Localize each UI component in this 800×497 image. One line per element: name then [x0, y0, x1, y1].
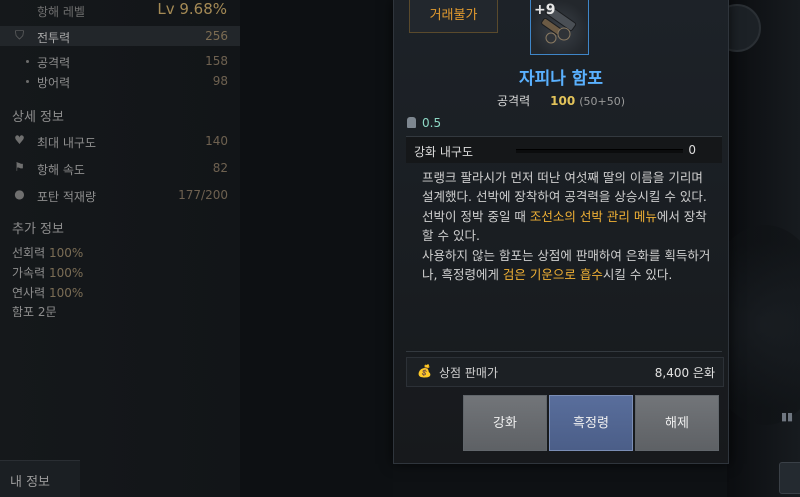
detail-info-heading: 상세 정보 — [12, 110, 64, 125]
acceleration-line: 가속력 100% — [12, 264, 83, 281]
cannonball-load-row: ● 포탄 적재량 177/200 — [0, 185, 240, 205]
item-attack-detail: (50+50) — [579, 95, 625, 108]
description-paragraph: 프랭크 팔라시가 먼저 떠난 여섯째 딸의 이름을 기리며 설계했다. 선박에 … — [422, 170, 707, 205]
sailing-speed-value: 82 — [212, 161, 228, 175]
defense-value: 98 — [212, 74, 228, 88]
money-bag-icon: 💰 — [417, 364, 432, 378]
weight-value: 0.5 — [422, 116, 442, 130]
sailing-level-label: 항해 레벨 — [37, 5, 85, 19]
firing-rate-value: 100% — [48, 286, 84, 300]
cannon-count-line: 함포 2문 — [12, 303, 57, 320]
enhance-durability-label: 강화 내구도 — [414, 145, 474, 159]
cannonball-load-value: 177/200 — [178, 188, 228, 202]
description-text: 시킬 수 있다. — [602, 267, 673, 283]
turn-rate-line: 선회력 100% — [12, 244, 83, 261]
untradeable-tag: 거래불가 — [409, 0, 498, 33]
description-paragraph: 선박이 정박 중일 때 조선소의 선박 관리 메뉴에서 장착할 수 있다. — [422, 207, 712, 246]
quick-slot[interactable] — [779, 462, 800, 494]
sailing-level-value: Lv 9.68% — [157, 0, 227, 18]
item-weight: 0.5 — [407, 116, 441, 130]
ship-stats-panel: 항해 레벨 Lv 9.68% ⛉ 전투력 256 공격력 158 방어력 98 … — [0, 0, 240, 497]
cannonball-load-label: 포탄 적재량 — [37, 190, 97, 204]
shield-icon: ⛉ — [14, 28, 24, 42]
black-spirit-button[interactable]: 흑정령 — [549, 395, 633, 451]
enhance-durability-value: 0 — [688, 143, 696, 157]
attack-value: 158 — [205, 54, 228, 68]
shop-sell-price: 💰 상점 판매가 8,400 은화 — [406, 357, 724, 387]
item-attack-row: 공격력 100 (50+50) — [394, 92, 728, 109]
item-attack-label: 공격력 — [497, 94, 531, 108]
description-paragraph: 사용하지 않는 함포는 상점에 판매하여 은화를 획득하거나, 흑정령에게 검은… — [422, 246, 712, 285]
acceleration-value: 100% — [48, 266, 84, 280]
shop-sell-value: 8,400 은화 — [654, 366, 715, 380]
item-name: 자피나 함포 — [518, 69, 604, 89]
side-indicator-icon: ▮▮ — [781, 410, 794, 423]
bullet-icon — [26, 60, 29, 63]
defense-row: 방어력 98 — [0, 71, 240, 91]
extra-info-heading: 추가 정보 — [12, 222, 64, 237]
turn-rate-value: 100% — [48, 246, 84, 260]
cannon-count-label: 함포 2문 — [12, 305, 57, 319]
sailing-speed-row: ⚑ 항해 속도 82 — [0, 158, 240, 178]
combat-power-value: 256 — [205, 29, 228, 43]
combat-power-label: 전투력 — [37, 31, 71, 45]
sailing-level-row: 항해 레벨 Lv 9.68% — [0, 0, 240, 20]
item-tooltip: 거래불가 +9 자피나 함포 공격력 100 (50+50) 0.5 강화 내구도 … — [393, 0, 729, 464]
item-attack-value: 100 — [550, 94, 576, 108]
background-area — [240, 0, 393, 497]
firing-rate-label: 연사력 — [12, 286, 46, 300]
max-durability-row: ♥ 최대 내구도 140 — [0, 131, 240, 151]
acceleration-label: 가속력 — [12, 266, 46, 280]
shop-sell-label: 상점 판매가 — [439, 366, 499, 380]
heart-icon: ♥ — [14, 133, 25, 147]
firing-rate-line: 연사력 100% — [12, 284, 83, 301]
unequip-button[interactable]: 해제 — [635, 395, 719, 451]
attack-label: 공격력 — [37, 56, 71, 70]
enhance-level: +9 — [534, 2, 556, 18]
divider — [406, 351, 722, 352]
weight-icon — [407, 117, 416, 128]
highlight-text: 검은 기운으로 흡수 — [502, 267, 603, 283]
enhance-button[interactable]: 강화 — [463, 395, 547, 451]
cannon-item-icon: +9 — [530, 0, 589, 55]
combat-power-row: ⛉ 전투력 256 — [0, 26, 240, 46]
description-text: 선박이 정박 중일 때 — [422, 208, 530, 224]
my-info-tab[interactable]: 내 정보 — [0, 460, 80, 497]
attack-row: 공격력 158 — [0, 51, 240, 71]
item-description: 프랭크 팔라시가 먼저 떠난 여섯째 딸의 이름을 기리며 설계했다. 선박에 … — [422, 168, 712, 284]
enhance-durability-row: 강화 내구도 0 — [406, 137, 722, 163]
max-durability-value: 140 — [205, 134, 228, 148]
turn-rate-label: 선회력 — [12, 246, 46, 260]
highlight-text: 조선소의 선박 관리 메뉴 — [529, 208, 657, 224]
sailing-speed-label: 항해 속도 — [37, 163, 85, 177]
defense-label: 방어력 — [37, 76, 71, 90]
speed-icon: ⚑ — [14, 160, 25, 174]
max-durability-label: 최대 내구도 — [37, 136, 97, 150]
my-info-tab-label: 내 정보 — [10, 475, 51, 490]
bullet-icon — [26, 80, 29, 83]
cannonball-icon: ● — [14, 187, 25, 201]
enhance-durability-bar — [516, 149, 683, 153]
